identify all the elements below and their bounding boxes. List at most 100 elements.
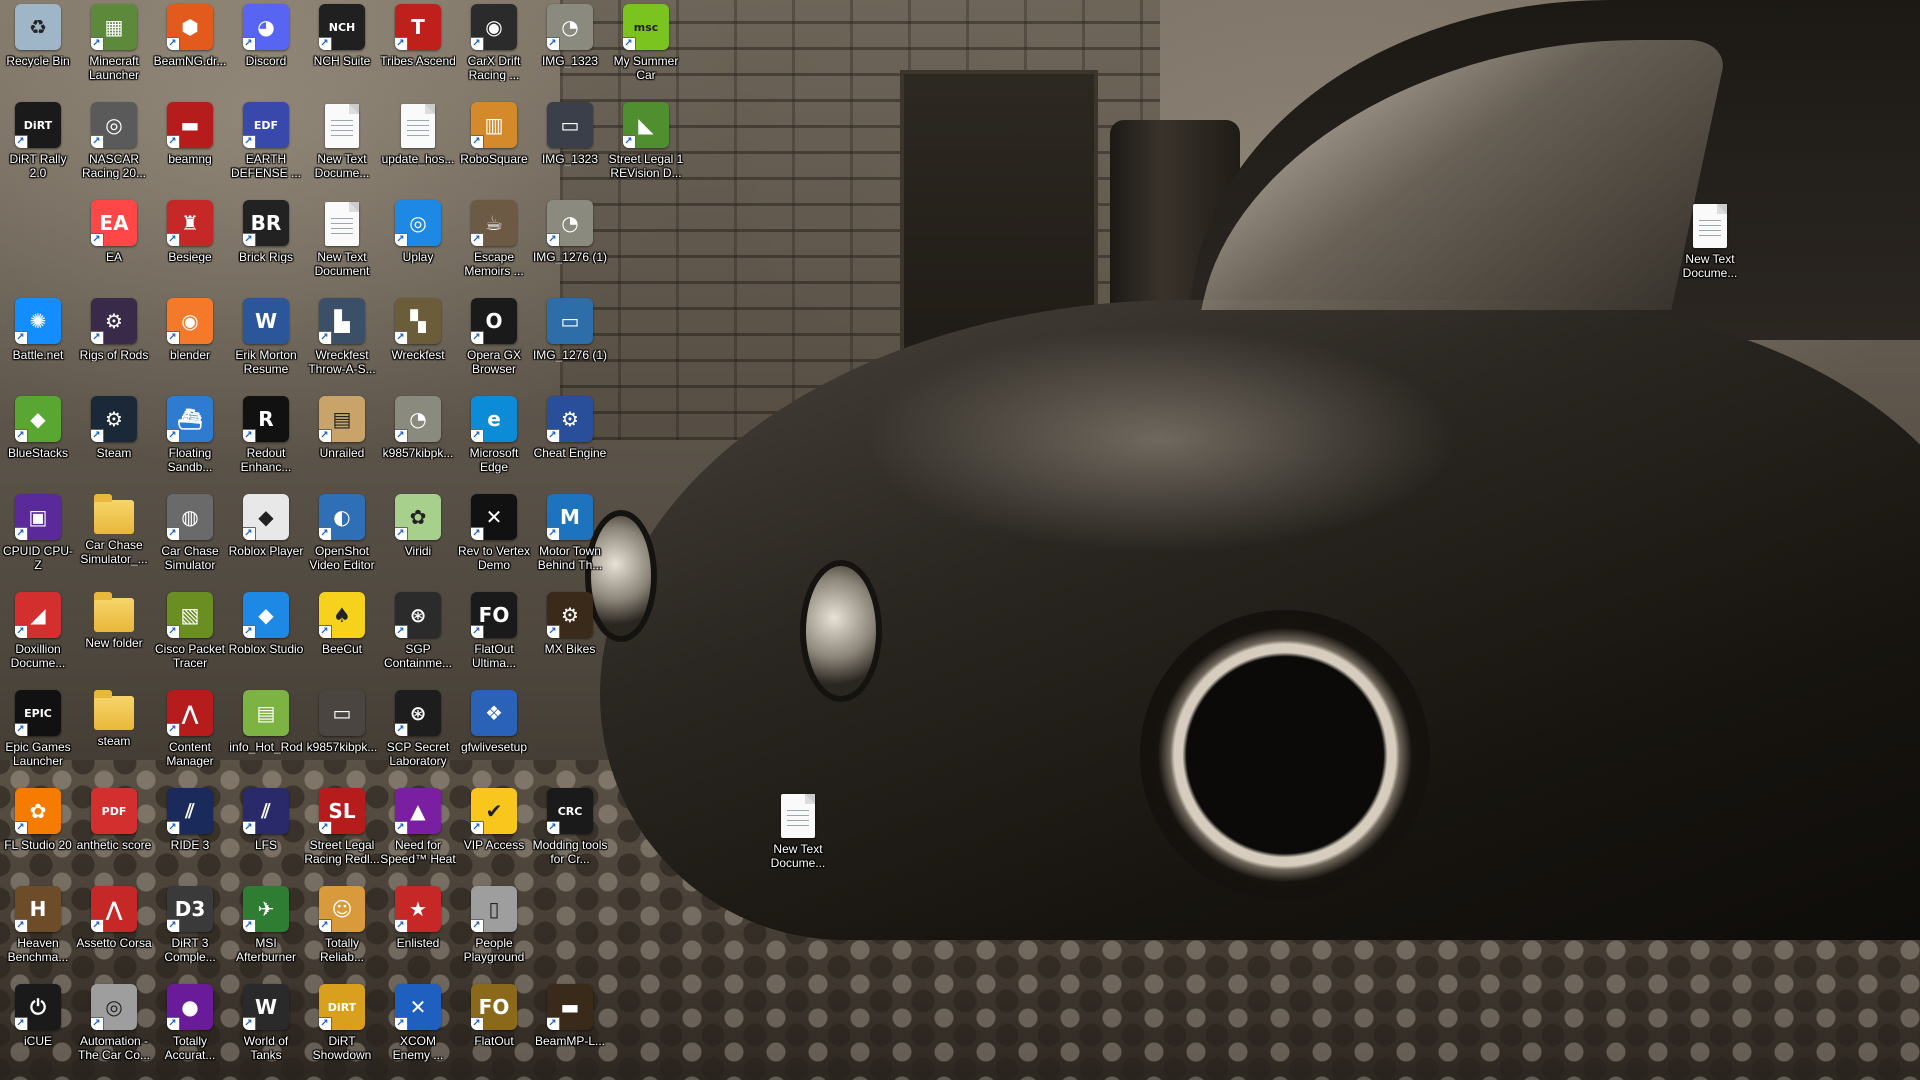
desktop-icon[interactable]: ♠ ↗ BeeCut [304,590,380,670]
shortcut-arrow-icon: ↗ [243,919,256,932]
desktop-icon-label: Redout Enhanc... [240,446,292,474]
desktop-icon[interactable]: ☕ ↗ Escape Memoirs ... [456,198,532,278]
desktop-icon[interactable]: DiRT ↗ DiRT Rally 2.0 [0,100,76,180]
desktop-icon[interactable]: ⚙ ↗ Steam [76,394,152,474]
desktop-icon[interactable]: ▥ ↗ RoboSquare [456,100,532,180]
desktop-icon[interactable]: New Text Docume... [304,100,380,180]
desktop-icon[interactable]: update_hos... [380,100,456,180]
desktop-icon[interactable]: ▬ ↗ beamng [152,100,228,180]
desktop-icon[interactable]: EDF ↗ EARTH DEFENSE ... [228,100,304,180]
desktop-icon[interactable]: T ↗ Tribes Ascend [380,2,456,82]
desktop-icon[interactable]: msc ↗ My Summer Car [608,2,684,82]
desktop-icon[interactable]: ♜ ↗ Besiege [152,198,228,278]
desktop-icon[interactable]: NCH ↗ NCH Suite [304,2,380,82]
desktop-icon[interactable]: O ↗ Opera GX Browser [456,296,532,376]
desktop-icon[interactable]: ✿ ↗ Viridi [380,492,456,572]
desktop-icon[interactable]: New folder [76,590,152,670]
desktop-icon[interactable]: R ↗ Redout Enhanc... [228,394,304,474]
shortcut-arrow-icon: ↗ [91,331,104,344]
desktop-icon[interactable]: D3 ↗ DiRT 3 Comple... [152,884,228,964]
icon-glyph: ▥ [484,113,504,137]
desktop-icon[interactable]: New Text Document [304,198,380,278]
desktop-icon[interactable]: ⛴ ↗ Floating Sandb... [152,394,228,474]
earth-defense-icon: EDF ↗ [243,102,289,148]
desktop-icon[interactable]: PDF anthetic score [76,786,152,866]
desktop-icon[interactable]: EA ↗ EA [76,198,152,278]
desktop-icon[interactable]: W ↗ World of Tanks [228,982,304,1062]
desktop-icon[interactable]: ✕ ↗ Rev to Vertex Demo [456,492,532,572]
desktop-icon[interactable]: ▯ ↗ People Playground [456,884,532,964]
desktop-icon[interactable]: ⋀ ↗ Assetto Corsa [76,884,152,964]
desktop-icon[interactable]: CRC ↗ Modding tools for Cr... [532,786,608,866]
desktop-icon[interactable]: ⋀ ↗ Content Manager [152,688,228,768]
desktop-icon[interactable]: ▚ ↗ Wreckfest [380,296,456,376]
desktop-icon[interactable]: M ↗ Motor Town Behind Th... [532,492,608,572]
desktop-icon[interactable]: ▭ IMG_1276 (1) [532,296,608,376]
desktop-icon[interactable]: ✈ ↗ MSI Afterburner [228,884,304,964]
desktop-icon[interactable]: ♻ Recycle Bin [0,2,76,82]
desktop-icon[interactable]: FO ↗ FlatOut Ultima... [456,590,532,670]
desktop-icon[interactable]: ⬢ ↗ BeamNG.dr... [152,2,228,82]
desktop-icon[interactable]: Car Chase Simulator_... [76,492,152,572]
desktop-icon[interactable]: ▭ IMG_1323 [532,100,608,180]
desktop-icon[interactable]: ◢ ↗ Doxillion Docume... [0,590,76,670]
desktop-icon[interactable]: ◣ ↗ Street Legal 1 REVision D... [608,100,684,180]
desktop-icon[interactable]: ◔ ↗ k9857kibpk... [380,394,456,474]
desktop-icon[interactable]: FO ↗ FlatOut [456,982,532,1062]
desktop-icon[interactable]: ▤ info_Hot_Rod [228,688,304,768]
desktop-icon[interactable]: ● ↗ Totally Accurat... [152,982,228,1062]
desktop-icon-label: Content Manager [166,740,214,768]
desktop-icon-label: Car Chase Simulator [161,544,219,572]
desktop-icon[interactable]: ◕ ↗ Discord [228,2,304,82]
desktop-icon[interactable]: ☺ ↗ Totally Reliab... [304,884,380,964]
desktop-icon[interactable]: ⚙ ↗ Cheat Engine [532,394,608,474]
desktop-icon[interactable]: steam [76,688,152,768]
desktop-icon[interactable]: ⊛ ↗ SGP Containme... [380,590,456,670]
desktop-icon[interactable]: ✔ ↗ VIP Access [456,786,532,866]
shortcut-arrow-icon: ↗ [15,821,28,834]
icon-glyph: D3 [174,897,206,921]
desktop-icon[interactable]: e ↗ Microsoft Edge [456,394,532,474]
desktop-icon[interactable]: ⫽ ↗ LFS [228,786,304,866]
desktop-icon[interactable]: ◉ ↗ CarX Drift Racing ... [456,2,532,82]
desktop-icon[interactable]: New Text Docume... [1672,200,1748,280]
desktop-icon[interactable]: ⚙ ↗ Rigs of Rods [76,296,152,376]
desktop-icon[interactable]: H ↗ Heaven Benchma... [0,884,76,964]
desktop-icon[interactable]: BR ↗ Brick Rigs [228,198,304,278]
desktop-icon[interactable]: ◍ ↗ Car Chase Simulator [152,492,228,572]
desktop-icon[interactable]: ▙ ↗ Wreckfest Throw-A-S... [304,296,380,376]
desktop-icon[interactable]: ◔ ↗ IMG_1323 [532,2,608,82]
desktop-icon[interactable]: EPIC ↗ Epic Games Launcher [0,688,76,768]
desktop-icon[interactable]: ▲ ↗ Need for Speed™ Heat [380,786,456,866]
desktop-icon[interactable]: ⊛ ↗ SCP Secret Laboratory [380,688,456,768]
desktop-icon[interactable]: ◐ ↗ OpenShot Video Editor [304,492,380,572]
desktop-icon[interactable]: ▧ ↗ Cisco Packet Tracer [152,590,228,670]
desktop-icon[interactable]: ◎ ↗ Uplay [380,198,456,278]
desktop-icon[interactable]: ◎ ↗ Automation - The Car Co... [76,982,152,1062]
icon-glyph: ⫽ [261,799,271,823]
desktop-icon[interactable]: ▣ ↗ CPUID CPU-Z [0,492,76,572]
desktop-icon[interactable]: ▤ ↗ Unrailed [304,394,380,474]
desktop-icon[interactable]: ◆ ↗ Roblox Studio [228,590,304,670]
desktop-icon[interactable]: New Text Docume... [760,790,836,870]
desktop-icon[interactable]: W Erik Morton Resume [228,296,304,376]
desktop-icon[interactable]: ◉ ↗ blender [152,296,228,376]
desktop-icon[interactable]: ◔ ↗ IMG_1276 (1) [532,198,608,278]
desktop-icon[interactable]: ⏻ ↗ iCUE [0,982,76,1062]
desktop-icon[interactable]: DiRT ↗ DiRT Showdown [304,982,380,1062]
desktop-icon[interactable]: ⚙ ↗ MX Bikes [532,590,608,670]
desktop-icon[interactable]: ★ ↗ Enlisted [380,884,456,964]
desktop-icon[interactable]: ◆ ↗ BlueStacks [0,394,76,474]
desktop-icon[interactable]: SL ↗ Street Legal Racing Redl... [304,786,380,866]
desktop-icon[interactable]: ✕ ↗ XCOM Enemy ... [380,982,456,1062]
desktop-icon[interactable]: ▬ ↗ BeamMP-L... [532,982,608,1062]
desktop-icon[interactable]: ◎ ↗ NASCAR Racing 20... [76,100,152,180]
desktop-icon[interactable]: ◆ ↗ Roblox Player [228,492,304,572]
desktop-icon[interactable]: ✺ ↗ Battle.net [0,296,76,376]
desktop-icon[interactable]: ❖ gfwlivesetup [456,688,532,768]
desktop-icon[interactable]: ▦ ↗ Minecraft Launcher [76,2,152,82]
desktop-icon[interactable]: ✿ ↗ FL Studio 20 [0,786,76,866]
icon-glyph: ◔ [561,15,579,39]
desktop-icon[interactable]: ▭ k9857kibpk... [304,688,380,768]
desktop-icon[interactable]: ⫽ ↗ RIDE 3 [152,786,228,866]
